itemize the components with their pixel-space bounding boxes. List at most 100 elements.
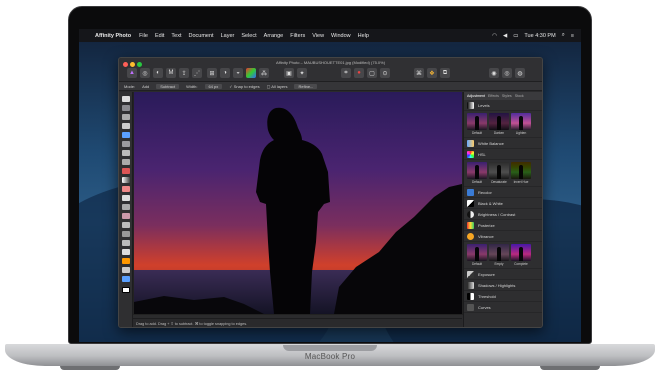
adjustment-curves[interactable]: Curves <box>464 302 542 313</box>
all-layers-checkbox[interactable]: ▢ All layers <box>267 84 288 89</box>
tone-map-persona-icon[interactable]: M <box>166 68 176 78</box>
arrange-icon[interactable]: ⧉ <box>440 68 450 78</box>
adjustment-label: White Balance <box>478 140 504 146</box>
gradient-tool-icon[interactable] <box>122 177 130 183</box>
adjustment-levels[interactable]: Levels <box>464 100 542 111</box>
tab-effects[interactable]: Effects <box>488 94 499 98</box>
preset-thumbnail[interactable] <box>467 113 487 130</box>
volume-icon[interactable]: ◀ <box>503 33 507 39</box>
shape-tool-icon[interactable] <box>122 258 130 264</box>
white-balance-icon[interactable]: ⁂ <box>259 68 269 78</box>
control-center-icon[interactable]: ≡ <box>571 33 574 39</box>
move-tool-icon[interactable] <box>122 96 130 102</box>
menu-clock[interactable]: Tue 4:30 PM <box>524 33 555 39</box>
smudge-brush-icon[interactable] <box>122 240 130 246</box>
preset-thumbnail[interactable] <box>489 113 509 130</box>
adjustment-exposure[interactable]: Exposure <box>464 269 542 280</box>
subtract-button[interactable]: Subtract <box>156 83 180 89</box>
menu-layer[interactable]: Layer <box>221 33 235 39</box>
menu-app-name[interactable]: Affinity Photo <box>95 33 131 39</box>
menu-select[interactable]: Select <box>241 33 256 39</box>
snap-checkbox[interactable]: ✓ Snap to edges <box>229 84 259 89</box>
preset-thumbnail[interactable] <box>489 162 509 179</box>
menu-edit[interactable]: Edit <box>155 33 164 39</box>
menu-text[interactable]: Text <box>171 33 181 39</box>
develop-persona-icon[interactable]: ◐ <box>153 68 163 78</box>
adjustment-posterize[interactable]: Posterize <box>464 220 542 231</box>
adjustment-white-balance[interactable]: White Balance <box>464 138 542 149</box>
menu-view[interactable]: View <box>312 33 324 39</box>
preset-thumbnail[interactable] <box>511 244 531 261</box>
flood-fill-icon[interactable] <box>122 168 130 174</box>
blemish-tool-icon[interactable] <box>122 222 130 228</box>
menu-window[interactable]: Window <box>331 33 351 39</box>
adjustment-hsl[interactable]: HSL <box>464 149 542 160</box>
menu-filters[interactable]: Filters <box>290 33 305 39</box>
battery-icon[interactable]: ▭ <box>513 33 518 39</box>
auto-contrast-icon[interactable]: ◑ <box>220 68 230 78</box>
snapping-icon[interactable]: ⌘ <box>414 68 424 78</box>
menu-document[interactable]: Document <box>189 33 214 39</box>
search-icon[interactable]: ⌕ <box>562 32 565 39</box>
pen-tool-icon[interactable] <box>122 249 130 255</box>
preset-thumbnail[interactable] <box>511 162 531 179</box>
adjustment-black-white[interactable]: Black & White <box>464 198 542 209</box>
menu-file[interactable]: File <box>139 33 148 39</box>
marquee-tool-icon[interactable] <box>122 150 130 156</box>
adjustment-shadows-highlights[interactable]: Shadows / Highlights <box>464 280 542 291</box>
freehand-select-icon[interactable] <box>122 159 130 165</box>
tab-stock[interactable]: Stock <box>515 94 524 98</box>
adjustment-recolor[interactable]: Recolor <box>464 187 542 198</box>
preset-thumbnail[interactable] <box>489 244 509 261</box>
menu-arrange[interactable]: Arrange <box>264 33 284 39</box>
liquify-persona-icon[interactable]: ◎ <box>140 68 150 78</box>
tab-styles[interactable]: Styles <box>502 94 512 98</box>
auto-colors-icon[interactable]: ◒ <box>233 68 243 78</box>
view-tool-icon[interactable] <box>122 105 130 111</box>
view-mode-icon[interactable]: ✦ <box>297 68 307 78</box>
color-well-icon[interactable] <box>122 287 130 293</box>
adjustment-vibrance[interactable]: Vibrance <box>464 231 542 242</box>
record-icon[interactable]: ● <box>354 68 364 78</box>
zoom-tool-icon[interactable] <box>122 276 130 282</box>
menu-help[interactable]: Help <box>358 33 369 39</box>
text-tool-icon[interactable] <box>122 267 130 273</box>
arrange-toolbar: ⌘ ❖ ⧉ <box>414 68 450 78</box>
quick-mask-icon[interactable]: ▣ <box>284 68 294 78</box>
paint-brush-icon[interactable] <box>122 186 130 192</box>
canvas[interactable] <box>133 92 464 315</box>
wifi-icon[interactable]: ◠ <box>492 33 497 39</box>
photo-silhouette[interactable] <box>134 92 462 314</box>
width-input[interactable]: 64 px <box>204 83 223 89</box>
studio-toggle-icon[interactable]: ◍ <box>515 68 525 78</box>
preset-thumbnail[interactable] <box>511 113 531 130</box>
share-icon[interactable]: ⋰ <box>192 68 202 78</box>
adjustment-brightness-contrast[interactable]: Brightness / Contrast <box>464 209 542 220</box>
erase-brush-icon[interactable] <box>122 195 130 201</box>
clone-brush-icon[interactable] <box>122 213 130 219</box>
adjustment-threshold[interactable]: Threshold <box>464 291 542 302</box>
preset-thumbnail[interactable] <box>467 162 487 179</box>
auto-levels-icon[interactable]: ⊞ <box>207 68 217 78</box>
photo-persona-icon[interactable]: ▲ <box>127 68 137 78</box>
assistant-icon[interactable]: ❖ <box>427 68 437 78</box>
flood-select-icon[interactable] <box>122 141 130 147</box>
preset-label: Darken <box>493 131 505 135</box>
crop-tool-icon[interactable] <box>122 123 130 129</box>
inpainting-icon[interactable] <box>122 231 130 237</box>
laptop-foot <box>60 366 120 370</box>
refine-button[interactable]: Refine... <box>294 83 318 89</box>
crop-icon[interactable]: ⌗ <box>341 68 351 78</box>
color-swatch-icon[interactable] <box>246 68 256 78</box>
customize-icon[interactable]: ◎ <box>502 68 512 78</box>
transform-icon[interactable]: ▢ <box>367 68 377 78</box>
color-picker-icon[interactable] <box>122 114 130 120</box>
tab-adjustment[interactable]: Adjustment <box>467 94 485 98</box>
selection-brush-icon[interactable] <box>122 132 130 138</box>
preset-thumbnail[interactable] <box>467 244 487 261</box>
preferences-icon[interactable]: ◉ <box>489 68 499 78</box>
dodge-brush-icon[interactable] <box>122 204 130 210</box>
add-button[interactable]: Add <box>142 84 149 89</box>
brush-options-icon[interactable]: ⊙ <box>380 68 390 78</box>
export-persona-icon[interactable]: ⇪ <box>179 68 189 78</box>
